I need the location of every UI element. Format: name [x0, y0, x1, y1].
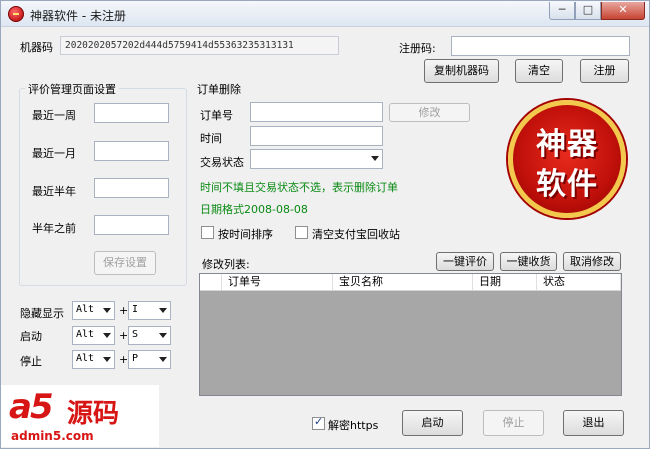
app-logo: 神器 软件 [508, 100, 626, 218]
maximize-button[interactable]: □ [575, 2, 601, 20]
table-header: 订单号 宝贝名称 日期 状态 [200, 274, 621, 291]
plus-sign: + [119, 329, 129, 342]
chevron-down-icon [103, 308, 111, 313]
register-code-label: 注册码: [399, 42, 436, 55]
order-delete-title: 订单删除 [197, 83, 241, 96]
order-number-label: 订单号 [200, 109, 233, 122]
watermark-cn: 源码 [67, 399, 120, 429]
start-button[interactable]: 启动 [402, 410, 463, 436]
hotkey-stop-key-select[interactable]: P [128, 350, 171, 369]
last-week-label: 最近一周 [32, 109, 76, 122]
hotkey-hide-key-select[interactable]: I [128, 301, 171, 320]
sort-by-time-label: 按时间排序 [218, 228, 273, 241]
before-half-year-label: 半年之前 [32, 222, 76, 235]
trade-status-select[interactable] [250, 149, 383, 169]
last-month-input[interactable] [94, 141, 169, 161]
admin5-watermark: a5 源码 admin5.com [1, 385, 159, 447]
hotkey-start-label: 启动 [20, 330, 42, 343]
last-week-input[interactable] [94, 103, 169, 123]
column-header-order-number[interactable]: 订单号 [222, 274, 333, 290]
machine-code-field[interactable]: 2020202057202d444d5759414d55363235313131 [60, 36, 339, 55]
time-label: 时间 [200, 132, 222, 145]
chevron-down-icon [371, 156, 379, 161]
time-input[interactable] [250, 126, 383, 146]
chevron-down-icon [103, 357, 111, 362]
hotkey-stop-label: 停止 [20, 355, 42, 368]
close-button[interactable]: ✕ [601, 2, 645, 20]
order-number-input[interactable] [250, 102, 383, 122]
cancel-modify-button[interactable]: 取消修改 [563, 252, 621, 271]
save-settings-button[interactable]: 保存设置 [94, 251, 156, 275]
last-month-label: 最近一月 [32, 147, 76, 160]
machine-code-label: 机器码 [20, 41, 53, 54]
main-window: 神器软件 - 未注册 ─ □ ✕ 机器码 2020202057202d444d5… [0, 0, 650, 449]
logo-line1: 神器 [536, 127, 598, 162]
register-button[interactable]: 注册 [580, 59, 629, 83]
chevron-down-icon [159, 357, 167, 362]
chevron-down-icon [103, 333, 111, 338]
register-code-input[interactable] [451, 36, 630, 56]
copy-machine-code-button[interactable]: 复制机器码 [424, 59, 499, 83]
modify-button[interactable]: 修改 [389, 103, 470, 122]
plus-sign: + [119, 304, 129, 317]
delete-hint-text: 时间不填且交易状态不选，表示删除订单 [200, 181, 398, 194]
clear-button[interactable]: 清空 [515, 59, 563, 83]
title-bar[interactable]: 神器软件 - 未注册 ─ □ ✕ [1, 1, 649, 27]
modify-list-label: 修改列表: [202, 258, 250, 271]
plus-sign: + [119, 353, 129, 366]
column-header-status[interactable]: 状态 [537, 274, 621, 290]
hotkey-hide-mod-select[interactable]: Alt [72, 301, 115, 320]
watermark-url: admin5.com [11, 429, 94, 443]
stop-button[interactable]: 停止 [483, 410, 544, 436]
column-header-item-name[interactable]: 宝贝名称 [333, 274, 473, 290]
watermark-brand: a5 [9, 387, 54, 427]
column-header-blank[interactable] [200, 274, 222, 290]
hotkey-start-mod-select[interactable]: Alt [72, 326, 115, 345]
modify-list-table[interactable]: 订单号 宝贝名称 日期 状态 [199, 273, 622, 396]
eval-settings-title: 评价管理页面设置 [25, 81, 119, 97]
column-header-date[interactable]: 日期 [473, 274, 537, 290]
before-half-year-input[interactable] [94, 215, 169, 235]
clear-alipay-label: 清空支付宝回收站 [312, 228, 400, 241]
exit-button[interactable]: 退出 [563, 410, 624, 436]
date-format-hint: 日期格式2008-08-08 [200, 203, 308, 216]
one-click-review-button[interactable]: 一键评价 [436, 252, 494, 271]
sort-by-time-checkbox[interactable] [201, 226, 214, 239]
chevron-down-icon [159, 308, 167, 313]
app-icon [8, 6, 24, 22]
last-half-year-label: 最近半年 [32, 185, 76, 198]
hotkey-hide-label: 隐藏显示 [20, 307, 64, 320]
clear-alipay-checkbox[interactable] [295, 226, 308, 239]
hotkey-stop-mod-select[interactable]: Alt [72, 350, 115, 369]
window-title: 神器软件 - 未注册 [30, 9, 126, 23]
logo-line2: 软件 [536, 167, 598, 202]
trade-status-label: 交易状态 [200, 156, 244, 169]
decrypt-https-checkbox[interactable] [312, 415, 325, 430]
machine-code-value: 2020202057202d444d5759414d55363235313131 [65, 40, 294, 51]
last-half-year-input[interactable] [94, 178, 169, 198]
one-click-receive-button[interactable]: 一键收货 [500, 252, 557, 271]
chevron-down-icon [159, 333, 167, 338]
hotkey-start-key-select[interactable]: S [128, 326, 171, 345]
decrypt-https-label: 解密https [328, 419, 379, 432]
minimize-button[interactable]: ─ [549, 2, 575, 20]
